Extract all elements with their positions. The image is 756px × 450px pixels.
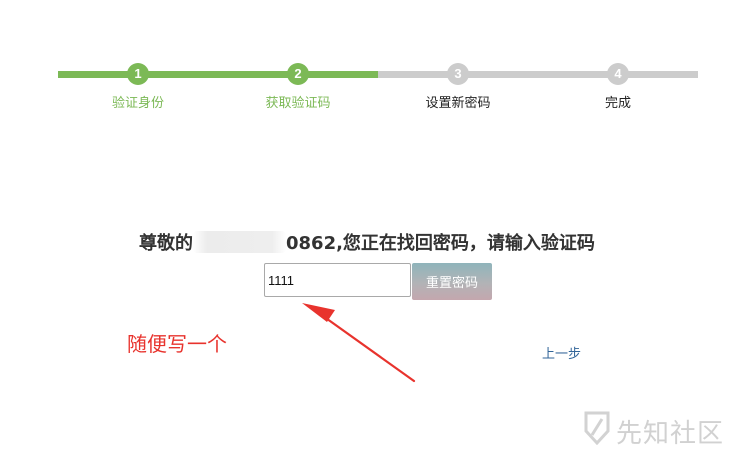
verification-message: 尊敬的 0862,您正在找回密码，请输入验证码 [139, 229, 595, 255]
message-prefix: 尊敬的 [139, 233, 193, 254]
step-number: 2 [287, 63, 309, 85]
step-get-code: 2 获取验证码 [228, 0, 368, 120]
step-label: 验证身份 [111, 96, 164, 111]
step-complete: 4 完成 [548, 0, 688, 120]
message-suffix: 0862,您正在找回密码，请输入验证码 [286, 233, 595, 254]
step-label: 设置新密码 [425, 96, 491, 111]
step-set-password: 3 设置新密码 [388, 0, 528, 120]
step-number: 4 [607, 63, 629, 85]
step-number: 1 [127, 63, 149, 85]
reset-password-button[interactable]: 重置密码 [412, 263, 492, 300]
arrow-head [302, 303, 335, 322]
progress-stepper: 1 验证身份 2 获取验证码 3 设置新密码 4 完成 [0, 0, 756, 120]
step-number: 3 [447, 63, 469, 85]
redacted-phone [193, 231, 286, 253]
previous-step-link[interactable]: 上一步 [542, 343, 581, 362]
step-verify-identity: 1 验证身份 [68, 0, 208, 120]
annotation-label: 随便写一个 [127, 332, 227, 356]
verification-code-input[interactable] [264, 263, 411, 297]
arrow-shaft [314, 309, 416, 383]
watermark: 先知社区 [580, 410, 750, 449]
step-label: 获取验证码 [265, 96, 331, 111]
watermark-text: 先知社区 [616, 419, 725, 449]
step-label: 完成 [604, 96, 631, 111]
watermark-logo-icon [584, 411, 610, 445]
